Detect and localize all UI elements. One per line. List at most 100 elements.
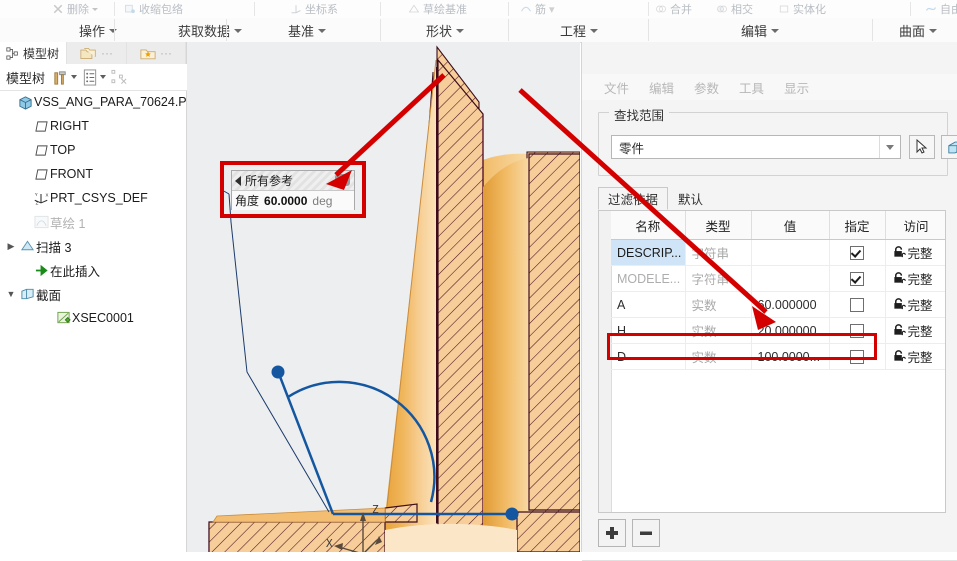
tree-filter-button[interactable] xyxy=(111,69,128,85)
ribbon-item-delete[interactable]: 删除 xyxy=(52,0,98,18)
tab-default[interactable]: 默认 xyxy=(668,187,713,210)
table-row[interactable]: D 实数 100.0000... 完整 xyxy=(611,343,945,370)
part-scope-button[interactable] xyxy=(941,135,957,159)
menu-file[interactable]: 文件 xyxy=(604,78,629,97)
cell-specified[interactable] xyxy=(829,265,886,292)
ribbon-item-label: 收缩包络 xyxy=(139,4,183,16)
table-row[interactable]: A 实数 60.000000 完整 xyxy=(611,291,945,318)
ribbon-group-engineering[interactable]: 工程 xyxy=(520,18,638,42)
tree-item-label: TOP xyxy=(50,143,76,157)
table-row[interactable]: H 实数 20.000000 完整 xyxy=(611,317,945,344)
cell-value[interactable] xyxy=(751,265,830,292)
ribbon-item-merge[interactable]: 合并 xyxy=(655,0,692,18)
pick-object-button[interactable] xyxy=(909,135,935,159)
lock-icon xyxy=(893,298,906,310)
checkbox[interactable] xyxy=(850,323,864,338)
ribbon-group-shapes[interactable]: 形状 xyxy=(380,18,510,42)
tree-item-part[interactable]: VSS_ANG_PARA_70624.PRT xyxy=(0,90,186,114)
tree-tools-button[interactable] xyxy=(52,69,78,86)
tree-item-top[interactable]: TOP xyxy=(0,138,186,162)
tree-item-insert-here[interactable]: 在此插入 xyxy=(0,258,186,282)
expander[interactable]: ▶ xyxy=(4,241,18,252)
ribbon-item-rib[interactable]: 筋 ▾ xyxy=(520,0,555,18)
ribbon-group-edit[interactable]: 编辑 xyxy=(700,18,820,42)
ribbon-item-sketch-datum[interactable]: 草绘基准 xyxy=(408,0,467,18)
tools-settings-icon xyxy=(54,70,66,85)
list-display-icon xyxy=(83,68,97,86)
column-header-value[interactable]: 值 xyxy=(751,211,830,240)
tree-display-button[interactable] xyxy=(82,68,107,86)
ribbon-item-label: 自由 xyxy=(940,4,957,16)
column-header-name[interactable]: 名称 xyxy=(611,211,686,240)
cell-specified[interactable] xyxy=(829,239,886,266)
cell-access: 完整 xyxy=(885,291,945,318)
tree-item-right[interactable]: RIGHT xyxy=(0,114,186,138)
tree-item-front[interactable]: FRONT xyxy=(0,162,186,186)
part-icon xyxy=(16,95,34,110)
expander[interactable]: ▼ xyxy=(4,289,18,299)
tree-item-csys[interactable]: Y Z X PRT_CSYS_DEF xyxy=(0,186,186,210)
tree-item-label: PRT_CSYS_DEF xyxy=(50,191,148,205)
cell-value[interactable]: 20.000000 xyxy=(751,317,830,344)
chevron-down-icon xyxy=(100,75,107,79)
table-row[interactable]: DESCRIP... 字符串 完整 xyxy=(611,239,945,266)
menu-edit[interactable]: 编辑 xyxy=(649,78,674,97)
tab-favorites[interactable]: ··· xyxy=(126,42,186,64)
menu-display[interactable]: 显示 xyxy=(784,78,809,97)
ribbon-group-datum[interactable]: 基准 xyxy=(252,18,362,42)
column-header-access[interactable]: 访问 xyxy=(885,211,945,240)
cell-specified[interactable] xyxy=(829,343,886,370)
graphics-viewport[interactable]: Z X Y PRT_CSYS_DEF 所有参考 角度 60.0000 deg xyxy=(187,42,580,552)
checkbox[interactable] xyxy=(850,245,864,260)
dimension-param-value[interactable]: 60.0000 xyxy=(264,194,307,208)
checkbox[interactable] xyxy=(850,297,864,312)
chevron-down-icon[interactable] xyxy=(879,136,900,158)
column-header-type[interactable]: 类型 xyxy=(685,211,752,240)
sketch-icon xyxy=(32,215,50,229)
parameters-table-container[interactable]: 名称 类型 值 指定 访问 DESCRIP... 字符串 完整 MODELE..… xyxy=(598,210,946,513)
checkbox[interactable] xyxy=(850,349,864,364)
cell-value[interactable]: 60.000000 xyxy=(751,291,830,318)
cell-specified[interactable] xyxy=(829,317,886,344)
tree-item-xsections[interactable]: ▼ 截面 xyxy=(0,282,186,306)
dimension-balloon-header[interactable]: 所有参考 xyxy=(232,171,354,191)
ribbon-group-surfaces[interactable]: 曲面 xyxy=(880,18,956,42)
menu-parameters[interactable]: 参数 xyxy=(694,78,719,97)
remove-parameter-button[interactable] xyxy=(632,519,660,547)
ribbon-item-csys[interactable]: 坐标系 xyxy=(290,0,338,18)
lock-icon xyxy=(893,350,906,362)
cell-specified[interactable] xyxy=(829,291,886,318)
ribbon-group-label: 操作 xyxy=(78,23,105,39)
ribbon-item-label: 删除 xyxy=(67,4,89,16)
tab-filter-by[interactable]: 过滤依据 xyxy=(598,187,669,210)
ribbon-group-label-row: 操作 获取数据 基准 形状 工程 编辑 曲面 xyxy=(0,18,957,43)
minus-icon[interactable] xyxy=(335,174,350,186)
lookup-scope-combobox[interactable]: 零件 xyxy=(611,135,901,159)
collapse-left-arrow-icon[interactable] xyxy=(235,175,241,186)
ribbon-item-intersect[interactable]: 相交 xyxy=(716,0,753,18)
table-row[interactable]: MODELE... 字符串 完整 xyxy=(611,265,945,292)
ribbon-item-solidify[interactable]: 实体化 xyxy=(778,0,826,18)
column-header-specified[interactable]: 指定 xyxy=(829,211,886,240)
ribbon-item-shrinkwrap[interactable]: 收缩包络 xyxy=(124,0,183,18)
part-box-icon xyxy=(948,141,957,153)
cell-name: DESCRIP... xyxy=(611,239,686,266)
tab-model-tree[interactable]: 模型树 xyxy=(0,42,68,64)
ribbon-item-freestyle[interactable]: 自由 xyxy=(925,0,957,18)
cell-value[interactable]: 100.0000... xyxy=(751,343,830,370)
dimension-balloon[interactable]: 所有参考 角度 60.0000 deg xyxy=(231,170,355,210)
tab-label: 过滤依据 xyxy=(608,193,659,207)
dimension-balloon-row[interactable]: 角度 60.0000 deg xyxy=(232,191,354,210)
tab-folder-browser[interactable]: ··· xyxy=(67,42,127,64)
model-tree-list[interactable]: VSS_ANG_PARA_70624.PRT RIGHT TOP xyxy=(0,90,186,552)
tree-item-xsec0001[interactable]: XSEC0001 xyxy=(0,306,186,330)
tree-item-sketch[interactable]: 草绘 1 xyxy=(0,210,186,234)
menu-tools[interactable]: 工具 xyxy=(739,78,764,97)
ribbon-item-label: 相交 xyxy=(731,4,753,16)
minus-icon xyxy=(640,531,652,535)
checkbox[interactable] xyxy=(850,271,864,286)
add-parameter-button[interactable] xyxy=(598,519,626,547)
cell-name: D xyxy=(611,343,686,370)
tree-item-sweep[interactable]: ▶ 扫描 3 xyxy=(0,234,186,258)
cell-value[interactable] xyxy=(751,239,830,266)
